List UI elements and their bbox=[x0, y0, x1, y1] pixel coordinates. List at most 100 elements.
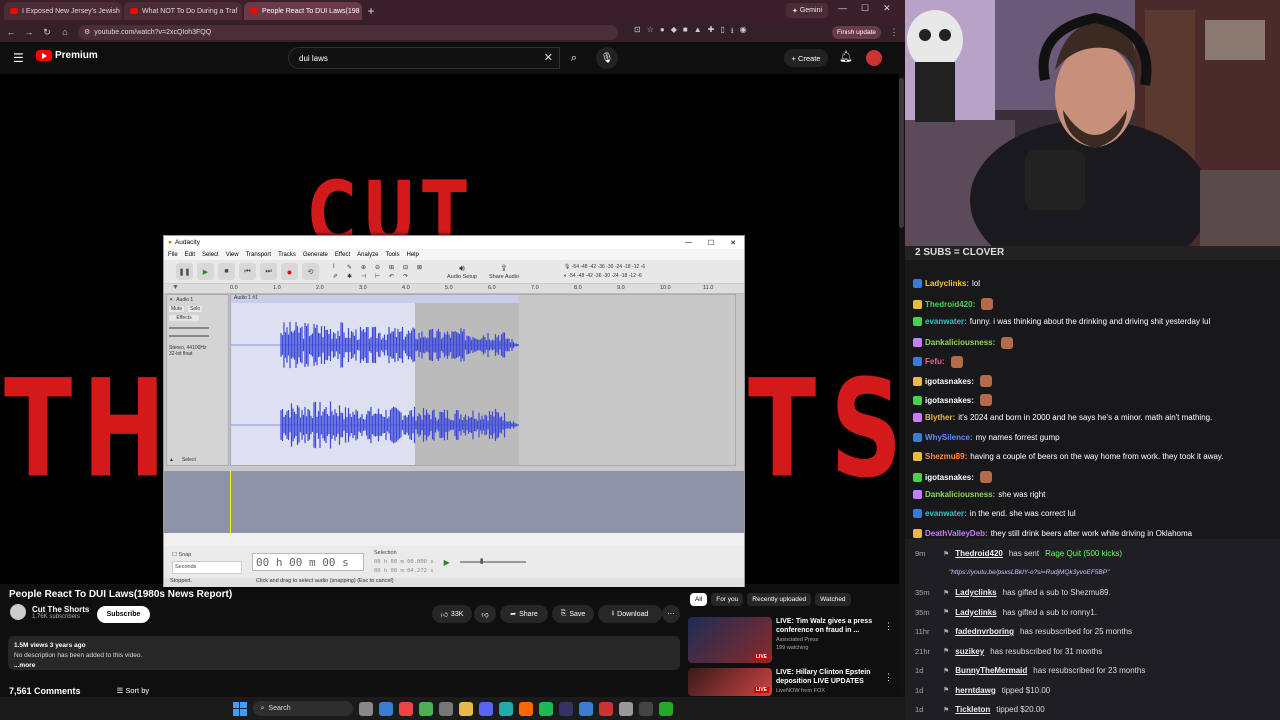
download-icon[interactable]: ⭳ bbox=[731, 25, 734, 39]
channel-name[interactable]: Cut The Shorts bbox=[32, 605, 89, 614]
event-user[interactable]: Ladyclinks bbox=[955, 608, 996, 617]
menu-transport[interactable]: Transport bbox=[246, 252, 271, 258]
chip-for-you[interactable]: For you bbox=[711, 593, 744, 606]
scrollbar-thumb[interactable] bbox=[899, 78, 904, 228]
app-icon[interactable] bbox=[638, 701, 653, 716]
app-icon[interactable] bbox=[498, 701, 513, 716]
mute-button[interactable]: Mute bbox=[169, 306, 185, 312]
sort-button[interactable]: ☰ Sort by bbox=[117, 686, 150, 696]
start-menu-icon[interactable] bbox=[232, 701, 247, 716]
event-user[interactable]: BunnyTheMermaid bbox=[955, 666, 1027, 675]
playback-meter[interactable]: 🔈︎ -54 -48 -42 -36 -30 -24 -18 -12 -6 bbox=[564, 272, 699, 281]
share-button[interactable]: ➦ Share bbox=[500, 605, 548, 623]
close-tab-icon[interactable]: × bbox=[241, 7, 242, 16]
share-audio-button[interactable]: ⇪ Share Audio bbox=[489, 263, 519, 280]
fit-project-icon[interactable]: ⊟ bbox=[403, 264, 415, 271]
pan-slider[interactable] bbox=[169, 335, 209, 337]
app-icon[interactable] bbox=[598, 701, 613, 716]
selection-start-field[interactable]: 00 h 00 m 00.000 s bbox=[374, 558, 434, 567]
multi-tool-icon[interactable]: ✱ bbox=[347, 273, 359, 280]
chip-all[interactable]: All bbox=[690, 593, 708, 606]
sidebar-icon[interactable]: ▯ bbox=[720, 25, 724, 39]
menu-tools[interactable]: Tools bbox=[385, 252, 399, 258]
video-thumbnail[interactable]: LIVE bbox=[688, 617, 772, 663]
save-button[interactable]: ⎘ Save bbox=[552, 605, 594, 623]
search-input[interactable]: dui laws ✕ bbox=[288, 47, 560, 69]
app-icon[interactable] bbox=[578, 701, 593, 716]
snap-unit-select[interactable]: Seconds bbox=[172, 561, 242, 574]
voice-search-button[interactable]: 🎙︎ bbox=[596, 47, 618, 69]
event-user[interactable]: fadednvrboring bbox=[955, 627, 1014, 636]
app-icon[interactable] bbox=[618, 701, 633, 716]
close-window-icon[interactable]: ✕ bbox=[730, 239, 736, 247]
taskbar-search[interactable]: ⌕ Search bbox=[252, 701, 353, 716]
menu-analyze[interactable]: Analyze bbox=[357, 252, 378, 258]
chat-username[interactable]: Dankaliciousness: bbox=[925, 490, 995, 499]
chat-username[interactable]: evanwater: bbox=[925, 317, 967, 326]
select-track-button[interactable]: Select bbox=[182, 457, 196, 463]
more-vertical-icon[interactable]: ⋮ bbox=[884, 672, 893, 683]
extension-icon[interactable]: ▲ bbox=[694, 25, 702, 39]
chat-username[interactable]: Shezmu89: bbox=[925, 452, 967, 461]
menu-effect[interactable]: Effect bbox=[335, 252, 350, 258]
empty-track-area[interactable] bbox=[164, 471, 744, 533]
play-at-speed-icon[interactable]: ▶ bbox=[444, 558, 450, 567]
clip-header[interactable]: Audio 1 #1 bbox=[231, 295, 519, 303]
notifications-bell-icon[interactable]: 🔔︎ bbox=[839, 50, 853, 63]
event-user[interactable]: Ladyclinks bbox=[955, 588, 996, 597]
silence-icon[interactable]: ⊢ bbox=[375, 273, 387, 280]
slider-thumb-icon[interactable]: ▮ bbox=[480, 557, 484, 565]
close-track-icon[interactable]: ✕ bbox=[169, 297, 173, 303]
minimize-icon[interactable]: — bbox=[838, 3, 847, 14]
clear-search-icon[interactable]: ✕ bbox=[544, 51, 553, 64]
event-user[interactable]: Thedroid420 bbox=[955, 549, 1003, 558]
chip-recently-uploaded[interactable]: Recently uploaded bbox=[747, 593, 812, 606]
extension-icon[interactable]: ■ bbox=[683, 25, 688, 39]
audio-setup-button[interactable]: 🔊︎ Audio Setup bbox=[447, 263, 477, 280]
chat-username[interactable]: Dankaliciousness: bbox=[925, 338, 995, 347]
zoom-toggle-icon[interactable]: ⊠ bbox=[417, 264, 429, 271]
skip-end-button[interactable]: ⏭ bbox=[260, 263, 277, 280]
menu-file[interactable]: File bbox=[168, 252, 178, 258]
subscribe-button[interactable]: Subscribe bbox=[97, 606, 150, 623]
collapse-icon[interactable]: ▲ bbox=[169, 457, 174, 463]
playback-speed-slider[interactable]: ▮ bbox=[459, 558, 526, 565]
extension-icon[interactable]: ◆ bbox=[671, 25, 677, 39]
menu-generate[interactable]: Generate bbox=[303, 252, 328, 258]
envelope-tool-icon[interactable]: ✎ bbox=[347, 264, 359, 271]
level-meters[interactable]: 🎙︎ -54 -48 -42 -36 -30 -24 -18 -12 -6 🔈︎… bbox=[564, 263, 699, 281]
recommended-video[interactable]: LIVE LIVE: Hillary Clinton Epstein depos… bbox=[688, 668, 898, 696]
video-thumbnail[interactable]: LIVE bbox=[688, 668, 772, 696]
browser-menu-icon[interactable]: ⋮ bbox=[889, 27, 899, 38]
chat-username[interactable]: evanwater: bbox=[925, 509, 967, 518]
hamburger-menu-icon[interactable]: ☰ bbox=[13, 51, 24, 65]
minimize-icon[interactable]: — bbox=[685, 239, 692, 247]
track-name[interactable]: Audio 1 bbox=[176, 297, 193, 303]
chat-username[interactable]: Fefu: bbox=[925, 357, 945, 366]
menu-tracks[interactable]: Tracks bbox=[278, 252, 296, 258]
search-button[interactable]: ⌕ bbox=[560, 47, 588, 69]
menu-edit[interactable]: Edit bbox=[185, 252, 195, 258]
maximize-icon[interactable]: ☐ bbox=[861, 3, 869, 14]
bookmark-star-icon[interactable]: ☆ bbox=[647, 25, 654, 39]
menu-help[interactable]: Help bbox=[406, 252, 418, 258]
chat-username[interactable]: igotasnakes: bbox=[925, 396, 974, 405]
discord-icon[interactable] bbox=[478, 701, 493, 716]
audio-clip[interactable]: Audio 1 #1 bbox=[231, 295, 519, 465]
more-actions-button[interactable]: ⋯ bbox=[662, 605, 680, 623]
undo-icon[interactable]: ↶ bbox=[389, 273, 401, 280]
browser-tab[interactable]: What NOT To Do During a Traf× bbox=[124, 2, 242, 20]
track-lane[interactable]: Audio 1 #1 bbox=[230, 294, 736, 466]
chat-username[interactable]: Blyther: bbox=[925, 413, 955, 422]
event-user[interactable]: Tickleton bbox=[955, 705, 990, 714]
app-icon[interactable] bbox=[658, 701, 673, 716]
fit-selection-icon[interactable]: ⊞ bbox=[389, 264, 401, 271]
selection-tool-icon[interactable]: I bbox=[333, 264, 345, 271]
more-link[interactable]: ...more bbox=[14, 661, 674, 671]
app-icon[interactable] bbox=[438, 701, 453, 716]
new-tab-button[interactable]: + bbox=[364, 4, 378, 18]
zoom-in-icon[interactable]: ⊕ bbox=[361, 264, 373, 271]
more-vertical-icon[interactable]: ⋮ bbox=[884, 621, 893, 632]
maximize-icon[interactable]: ☐ bbox=[708, 239, 714, 247]
extension-icon[interactable]: ● bbox=[660, 25, 665, 39]
